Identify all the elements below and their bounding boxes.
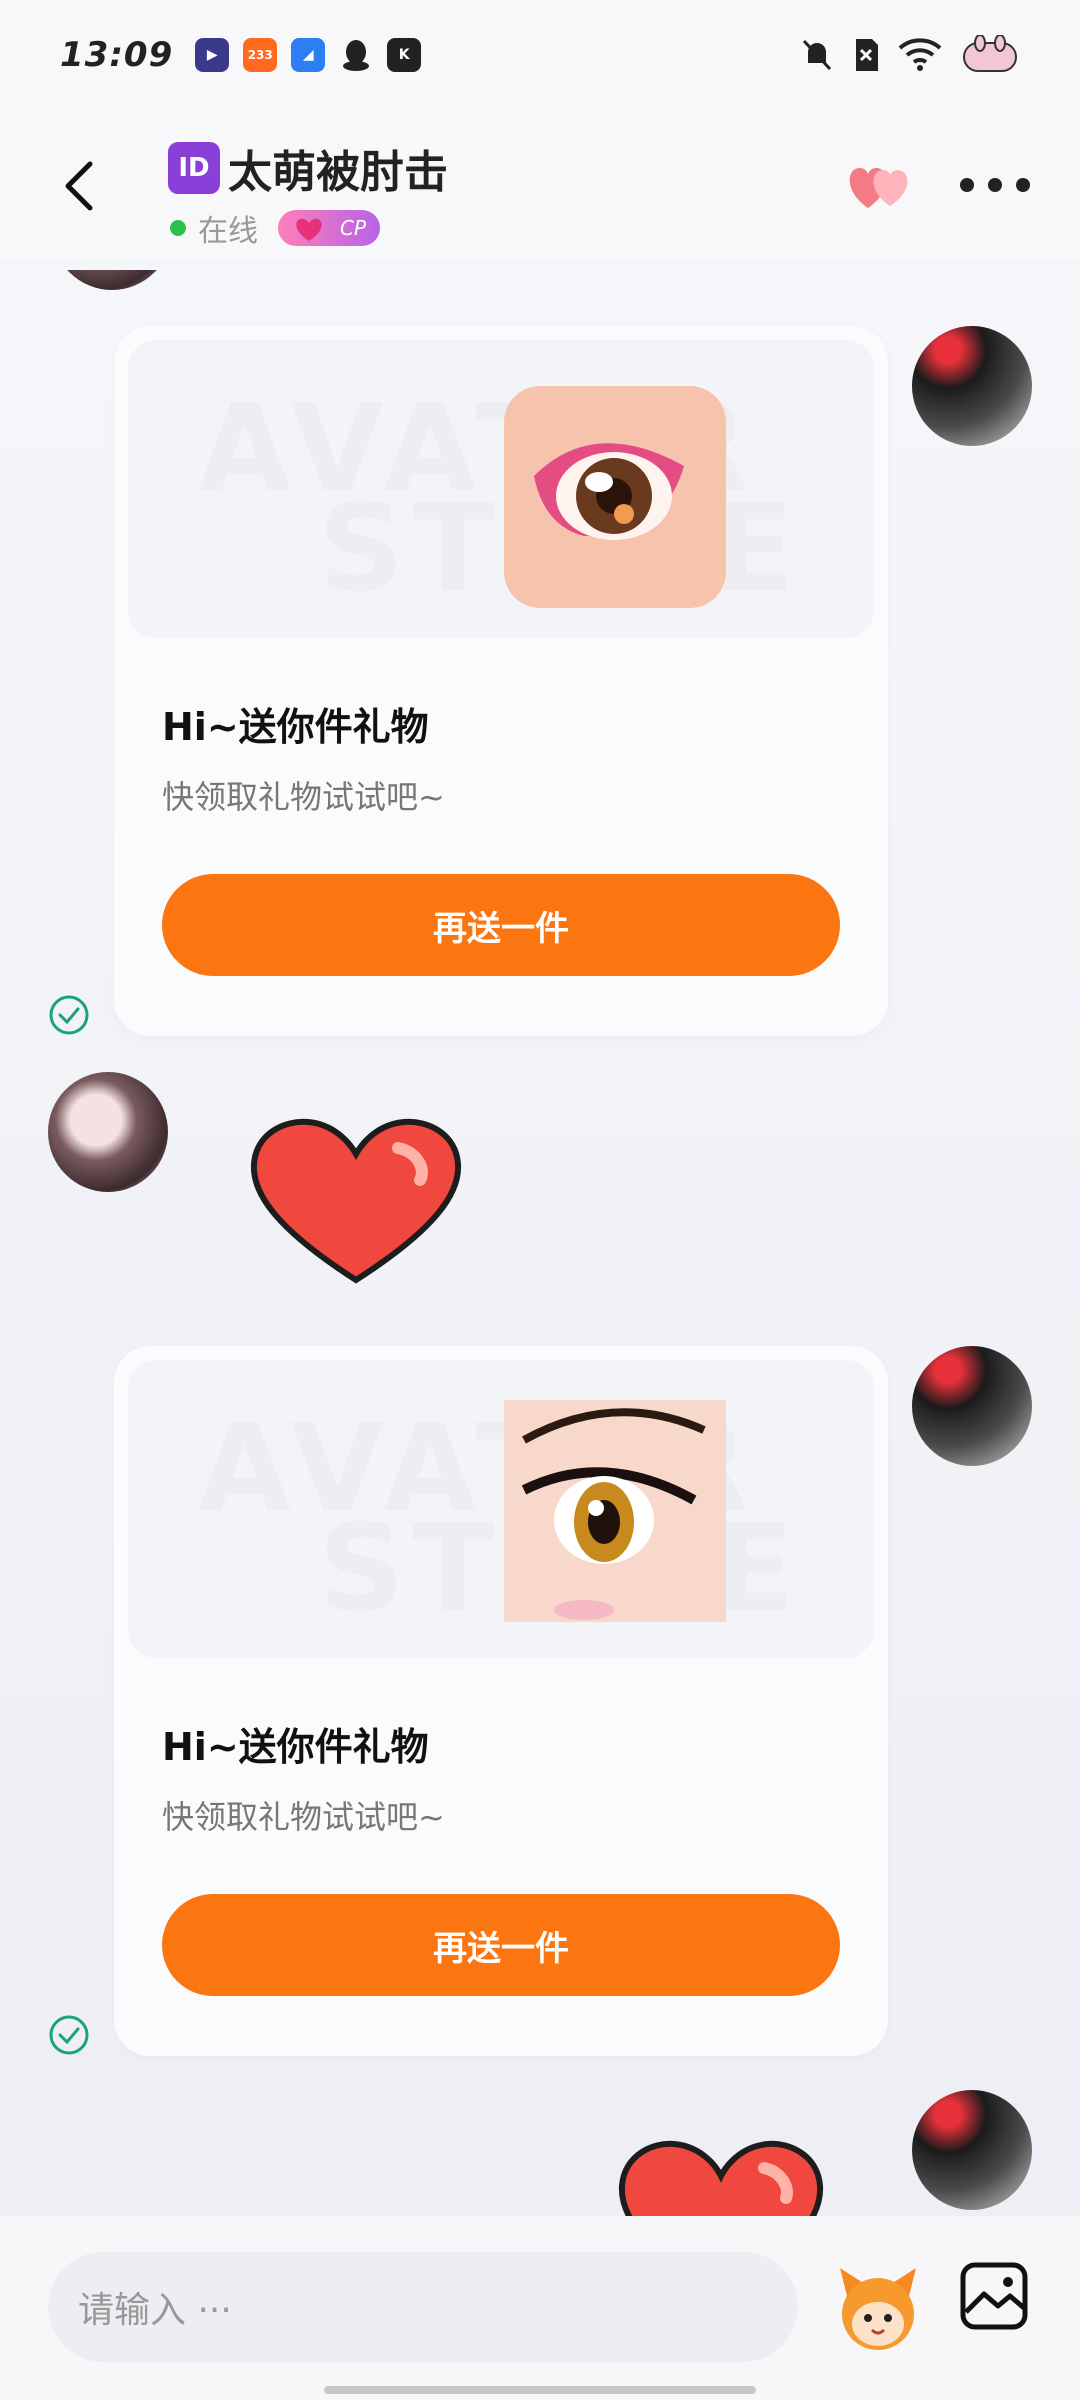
app-icon-1: ▶ <box>195 38 230 72</box>
wifi-icon <box>898 38 942 71</box>
chat-screen: 13:09 ▶ 233 ◢ K ID 太萌被肘击 在线 CP AVATAR Hi… <box>0 0 1080 2400</box>
gift-card-title: Hi~送你件礼物 <box>162 1725 429 1769</box>
back-arrow-icon[interactable] <box>56 156 106 216</box>
contact-status: 在线 CP <box>168 206 448 250</box>
more-dot <box>988 178 1002 192</box>
more-dot <box>1016 178 1030 192</box>
gift-card[interactable]: AVATAR STORE Hi~送你件礼物 快领取礼物试试吧~ 再送一件 <box>114 326 888 1036</box>
contact-name: 太萌被肘击 <box>228 147 448 198</box>
my-avatar[interactable] <box>912 326 1032 446</box>
heart-sticker[interactable] <box>248 1118 464 1288</box>
k-app-icon: K <box>387 38 422 72</box>
app-icon-3: ◢ <box>291 38 326 72</box>
sent-check-icon <box>49 995 89 1035</box>
gift-card-banner: AVATAR STORE <box>128 1360 874 1658</box>
intimacy-hearts-icon[interactable] <box>840 156 920 216</box>
gift-card-subtitle: 快领取礼物试试吧~ <box>162 1798 445 1836</box>
gift-card[interactable]: AVATAR STORE Hi~送你件礼物 快领取礼物试试吧~ 再送一件 <box>114 1346 888 2056</box>
mute-bell-icon <box>802 39 832 71</box>
app-icon-2: 233 <box>243 38 278 72</box>
id-badge: ID <box>168 142 220 194</box>
input-placeholder: 请输入 ··· <box>78 2290 232 2331</box>
anime-eye-gift-image <box>504 1400 726 1622</box>
cp-badge: CP <box>278 210 381 246</box>
sim-off-icon <box>856 39 878 71</box>
cp-label: CP <box>340 216 367 240</box>
gift-card-subtitle: 快领取礼物试试吧~ <box>162 778 445 816</box>
send-another-button[interactable]: 再送一件 <box>162 1894 840 1996</box>
gift-card-title: Hi~送你件礼物 <box>162 705 429 749</box>
online-status: 在线 <box>198 214 258 249</box>
home-indicator[interactable] <box>324 2386 756 2394</box>
sent-check-icon <box>49 2015 89 2055</box>
send-another-button[interactable]: 再送一件 <box>162 874 840 976</box>
mascot-emoji-icon[interactable] <box>830 2260 926 2356</box>
qq-icon <box>339 38 373 72</box>
eye-makeup-gift-image <box>504 386 726 608</box>
my-avatar[interactable] <box>912 1346 1032 1466</box>
contact-avatar[interactable] <box>48 1072 168 1192</box>
status-time: 13:09 <box>60 35 174 75</box>
message-input[interactable]: 请输入 ··· <box>48 2252 798 2362</box>
more-dot <box>960 178 974 192</box>
battery-bunny-icon <box>963 35 1017 72</box>
input-bar: 请输入 ··· <box>0 2216 1080 2400</box>
contact-title: ID 太萌被肘击 <box>168 136 448 200</box>
winged-heart-icon <box>296 218 322 241</box>
my-avatar[interactable] <box>912 2090 1032 2210</box>
status-right <box>800 35 1020 75</box>
status-bar: 13:09 ▶ 233 ◢ K <box>0 0 1080 110</box>
chat-header: ID 太萌被肘击 在线 CP <box>0 110 1080 260</box>
contact-info[interactable]: ID 太萌被肘击 在线 CP <box>168 136 448 250</box>
online-dot-icon <box>170 220 186 236</box>
gift-card-banner: AVATAR STORE <box>128 340 874 638</box>
more-options-button[interactable] <box>960 170 1030 200</box>
heart-sticker[interactable] <box>616 2140 826 2216</box>
image-picker-icon[interactable] <box>958 2260 1030 2332</box>
